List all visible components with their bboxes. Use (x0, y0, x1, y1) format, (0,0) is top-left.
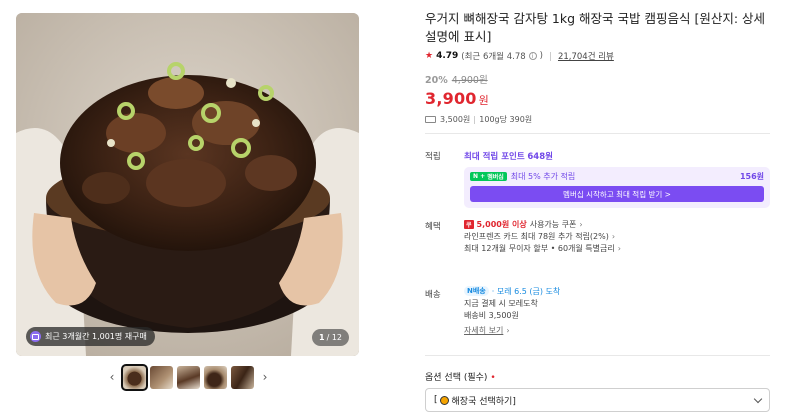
image-counter: 1 / 12 (312, 329, 349, 346)
product-main-image[interactable]: 최근 3개월간 1,001명 재구매 1 / 12 (16, 13, 359, 356)
points-label: 적립 (425, 152, 441, 162)
prev-image-button[interactable]: ‹ (105, 367, 119, 387)
unit-info: 3,500원 100g당 390원 (425, 114, 770, 125)
discount-row: 20% 4,900원 (425, 72, 770, 86)
thumbnail-5[interactable] (231, 365, 254, 389)
chevron-left-icon: ‹ (109, 370, 115, 384)
sale-price-unit: 원 (478, 94, 489, 107)
repurchase-badge: 최근 3개월간 1,001명 재구매 (26, 327, 155, 346)
chevron-right-icon: › (617, 243, 621, 253)
installment-line[interactable]: 최대 12개월 무이자 할부 • 60개월 특별금리 › (464, 242, 621, 254)
review-count-link[interactable]: 21,704건 리뷰 (558, 50, 614, 62)
star-icon: ★ (425, 51, 434, 61)
next-image-button[interactable]: › (258, 367, 272, 387)
coupon-text: 사용가능 쿠폰 (529, 219, 577, 229)
chevron-right-icon: › (579, 219, 583, 229)
product-title: 우거지 뼈해장국 감자탕 1kg 해장국 국밥 캠핑음식 [원산지: 상세설명에… (425, 11, 766, 44)
chevron-right-icon: › (262, 370, 268, 384)
thumbnail-4[interactable] (204, 365, 227, 389)
card-text: 라인프렌즈 카드 최대 78원 추가 적립(2%) (464, 231, 609, 241)
product-info: 우거지 뼈해장국 감자탕 1kg 해장국 국밥 캠핑음식 [원산지: 상세설명에… (425, 10, 770, 125)
thumbnail-3[interactable] (177, 365, 200, 389)
required-mark: • (490, 373, 496, 383)
sale-price-value: 3,900 (425, 89, 477, 108)
thumbnail-1[interactable] (121, 363, 148, 391)
option-label-text: 옵션 선택 (필수) (425, 373, 488, 383)
thumbnail-strip: ‹ › (105, 363, 272, 391)
pay-line: 지금 결제 시 모레도착 (464, 298, 538, 308)
chevron-right-icon: › (611, 231, 616, 241)
coupon-min: 5,000원 이상 (476, 219, 527, 229)
select-prefix: [ (434, 395, 438, 405)
rating-recent-close: ) (539, 51, 543, 61)
benefits-content: 쿠 5,000원 이상 사용가능 쿠폰 › 라인프렌즈 카드 최대 78원 추가… (464, 218, 621, 254)
extra-points-value: 156원 (739, 172, 764, 181)
divider (549, 51, 551, 61)
arrival-text: · 모레 6.5 (금) 도착 (491, 286, 561, 296)
points-head-prefix: 최대 적립 포인트 (464, 152, 525, 162)
shipping-content: N배송 · 모레 6.5 (금) 도착 지금 결제 시 모레도착 배송비 3,5… (464, 285, 560, 336)
benefits-label: 혜택 (425, 222, 441, 232)
membership-line: N + 멤버십 최대 5% 추가 적립 156원 (470, 171, 764, 182)
section-divider (425, 355, 770, 356)
thumbnail-2[interactable] (150, 365, 173, 389)
points-head-value: 648원 (527, 152, 553, 162)
arrival-line: N배송 · 모레 6.5 (금) 도착 (464, 285, 560, 297)
shipping-label: 배송 (425, 290, 441, 300)
repurchase-text: 최근 3개월간 1,001명 재구매 (45, 332, 147, 341)
bowl-icon (439, 395, 449, 405)
truck-icon (425, 116, 436, 123)
chevron-down-icon (753, 394, 763, 403)
points-head: 최대 적립 포인트 648원 (464, 150, 553, 162)
membership-start-button[interactable]: 멤버십 시작하고 최대 적립 받기 > (470, 186, 764, 202)
info-icon[interactable]: i (528, 52, 537, 60)
coupon-line[interactable]: 쿠 5,000원 이상 사용가능 쿠폰 › (464, 218, 621, 230)
rating-recent: (최근 6개월 4.78 (461, 52, 526, 62)
membership-box: N + 멤버십 최대 5% 추가 적립 156원 멤버십 시작하고 최대 적립 … (464, 167, 770, 208)
discount-percent: 20% (425, 75, 448, 86)
option-select[interactable]: [ 해장국 선택하기] (425, 388, 770, 412)
detail-link[interactable]: 자세히 보기 (464, 325, 503, 336)
counter-total: / 12 (326, 333, 342, 342)
extra-points-text: 최대 5% 추가 적립 (510, 172, 576, 181)
food-photo (16, 13, 359, 356)
npay-membership-icon: N + 멤버십 (470, 172, 507, 181)
unit-price: 100g당 390원 (479, 115, 533, 124)
shipping-fee-short: 3,500원 (440, 115, 471, 124)
bag-icon (30, 331, 41, 342)
counter-current: 1 (319, 333, 325, 342)
installment-text: 최대 12개월 무이자 할부 • 60개월 특별금리 (464, 243, 615, 253)
card-line[interactable]: 라인프렌즈 카드 최대 78원 추가 적립(2%) › (464, 230, 621, 242)
n-delivery-badge: N배송 (464, 286, 489, 296)
detail-row: 자세히 보기 › (464, 324, 560, 336)
rating-row: ★ 4.79 (최근 6개월 4.78 i ) 21,704건 리뷰 (425, 50, 770, 62)
rating-score: 4.79 (436, 51, 459, 61)
option-label: 옵션 선택 (필수) • (425, 370, 496, 383)
coupon-icon: 쿠 (464, 219, 474, 229)
chevron-right-icon: › (506, 325, 510, 335)
section-divider (425, 133, 770, 134)
sale-price: 3,900 원 (425, 89, 770, 108)
select-value: 해장국 선택하기] (451, 396, 516, 407)
original-price: 4,900원 (451, 75, 488, 86)
fee-line: 배송비 3,500원 (464, 310, 519, 320)
divider (474, 115, 476, 124)
